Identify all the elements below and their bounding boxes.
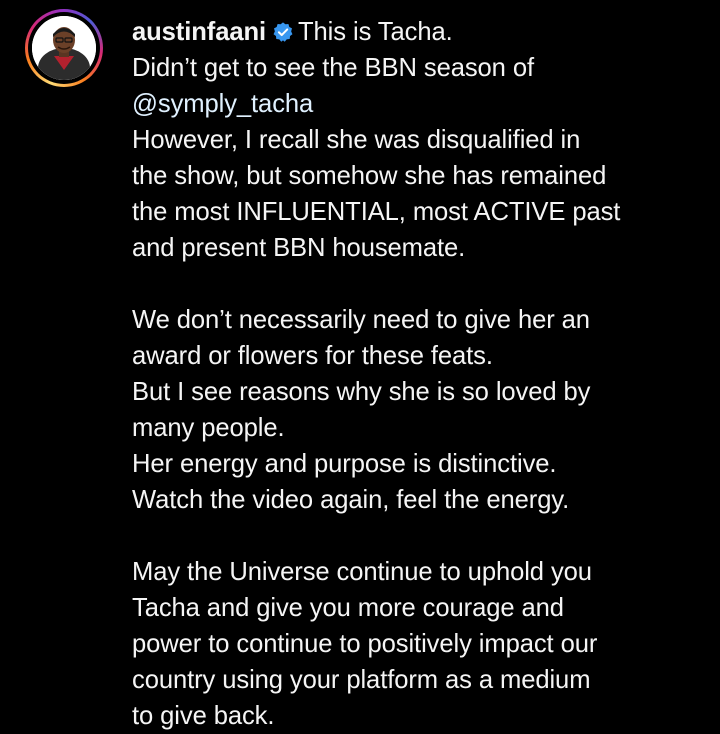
- caption-line: May the Universe continue to uphold you: [132, 558, 592, 586]
- caption-line: award or flowers for these feats.: [132, 342, 493, 370]
- caption-text: austinfaani This is Tacha. Didn’t get to …: [132, 14, 712, 734]
- caption-line: Watch the video again, feel the energy.: [132, 486, 570, 514]
- caption-first-line: This is Tacha.: [298, 18, 453, 46]
- caption-line: Tacha and give you more courage and: [132, 594, 564, 622]
- mention-link[interactable]: @symply_tacha: [132, 86, 712, 122]
- verified-badge-icon: [273, 22, 293, 42]
- username-link[interactable]: austinfaani: [132, 18, 266, 46]
- paragraph-break: [132, 518, 712, 554]
- caption-line: country using your platform as a medium: [132, 666, 591, 694]
- paragraph-break: [132, 266, 712, 302]
- caption-line: Her energy and purpose is distinctive.: [132, 450, 557, 478]
- caption-line: power to continue to positively impact o…: [132, 630, 598, 658]
- story-ring[interactable]: [25, 9, 103, 87]
- caption-line: However, I recall she was disqualified i…: [132, 126, 581, 154]
- caption-line: many people.: [132, 414, 285, 442]
- avatar-gap: [28, 12, 100, 84]
- caption-line: the show, but somehow she has remained: [132, 162, 607, 190]
- caption-line: We don’t necessarily need to give her an: [132, 306, 590, 334]
- caption-line: Didn’t get to see the BBN season of: [132, 54, 534, 82]
- caption-line: and present BBN housemate.: [132, 234, 466, 262]
- caption-line: But I see reasons why she is so loved by: [132, 378, 591, 406]
- avatar-photo: [32, 16, 96, 80]
- avatar[interactable]: [32, 16, 96, 80]
- caption-post: austinfaani This is Tacha. Didn’t get to …: [0, 0, 720, 734]
- caption-line: austinfaani This is Tacha.: [132, 14, 712, 50]
- caption-line: to give back.: [132, 702, 275, 730]
- caption-line: the most INFLUENTIAL, most ACTIVE past: [132, 198, 621, 226]
